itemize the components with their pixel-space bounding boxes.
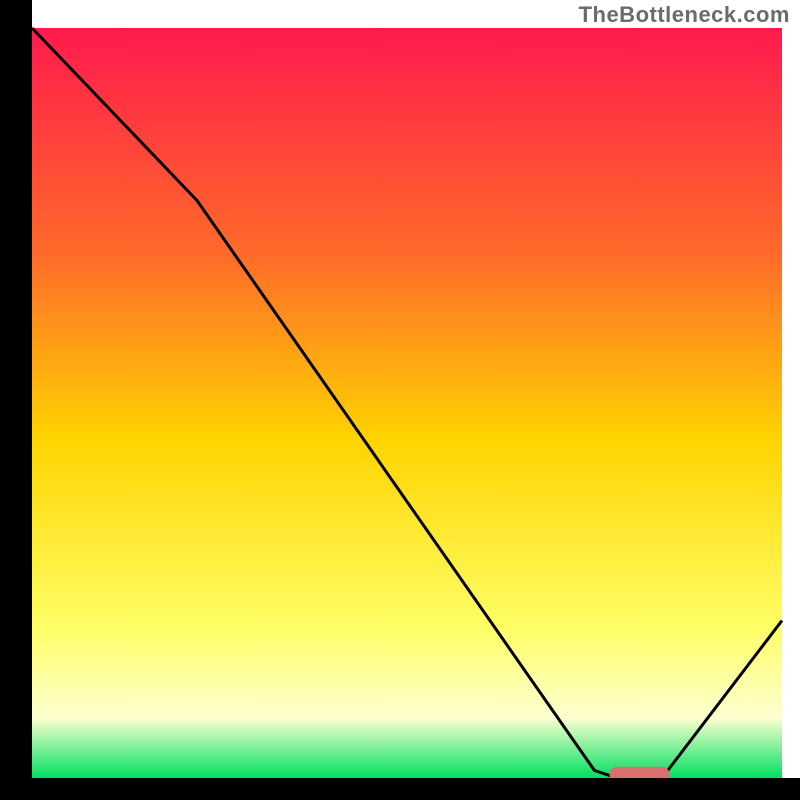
right-margin: [782, 0, 800, 800]
y-axis: [0, 0, 32, 800]
chart-container: TheBottleneck.com: [0, 0, 800, 800]
bottleneck-chart: [0, 0, 800, 800]
watermark-text: TheBottleneck.com: [579, 2, 790, 28]
x-axis: [0, 778, 800, 800]
plot-background: [32, 28, 782, 778]
